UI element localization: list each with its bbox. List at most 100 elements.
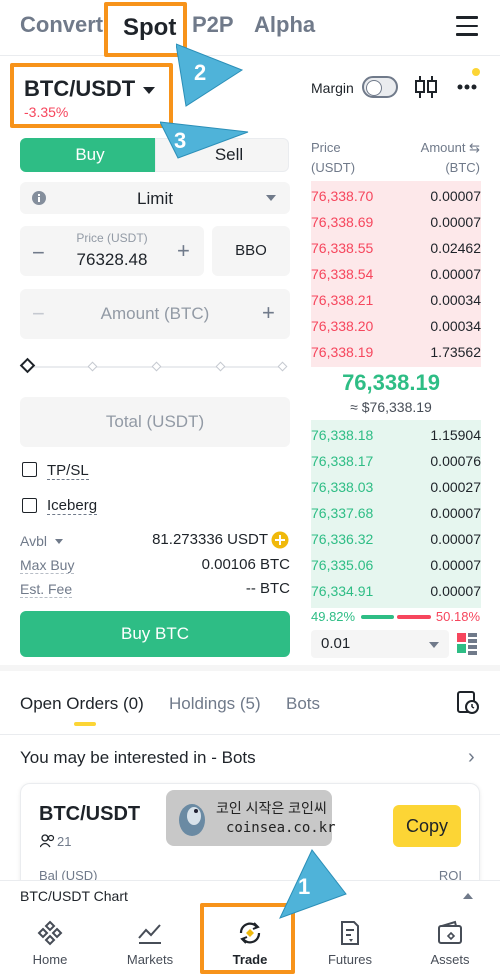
bid-row[interactable]: 76,337.68 0.00007 xyxy=(311,500,481,526)
nav-futures-label: Futures xyxy=(327,952,373,967)
tab-convert[interactable]: Convert xyxy=(20,12,103,38)
sell-ratio-bar xyxy=(397,615,431,619)
menu-icon[interactable] xyxy=(456,16,478,36)
bbo-button[interactable]: BBO xyxy=(212,226,290,276)
bid-amount: 0.00007 xyxy=(430,505,481,521)
markets-icon xyxy=(138,924,161,944)
nav-home[interactable]: Home xyxy=(0,912,100,979)
tab-alpha[interactable]: Alpha xyxy=(254,12,315,38)
ask-price: 76,338.20 xyxy=(311,318,374,334)
avbl-label: Avbl xyxy=(20,533,47,549)
bid-price: 76,335.06 xyxy=(311,557,374,573)
orderbook-layout-icon[interactable] xyxy=(457,633,479,657)
copy-button[interactable]: Copy xyxy=(393,805,461,847)
bid-amount: 0.00076 xyxy=(430,453,481,469)
chevron-down-icon xyxy=(266,195,276,201)
bid-price: 76,338.18 xyxy=(311,427,374,443)
ob-amount-head[interactable]: Amount ⇆ (BTC) xyxy=(421,138,480,178)
bid-row[interactable]: 76,338.18 1.15904 xyxy=(311,422,481,448)
bid-price: 76,338.03 xyxy=(311,479,374,495)
bid-row[interactable]: 76,338.17 0.00076 xyxy=(311,448,481,474)
precision-value: 0.01 xyxy=(321,635,351,652)
tab-bots[interactable]: Bots xyxy=(286,694,320,714)
ask-row[interactable]: 76,338.70 0.00007 xyxy=(311,183,481,209)
home-icon xyxy=(37,920,63,946)
ask-amount: 0.02462 xyxy=(430,240,481,256)
callout-3-label: 3 xyxy=(174,128,186,153)
ask-row[interactable]: 76,338.55 0.02462 xyxy=(311,235,481,261)
watermark-line1: 코인 시작은 코인씨 xyxy=(216,800,327,816)
candlestick-icon[interactable] xyxy=(414,74,438,100)
ask-row[interactable]: 76,338.20 0.00034 xyxy=(311,313,481,339)
callout-3: 3 xyxy=(160,121,249,159)
amount-placeholder: Amount (BTC) xyxy=(100,304,210,323)
nav-futures[interactable]: Futures xyxy=(300,912,400,979)
precision-select[interactable]: 0.01 xyxy=(311,630,449,658)
buy-ratio-bar xyxy=(361,615,394,619)
last-price[interactable]: 76,338.19 xyxy=(311,370,471,396)
plus-icon[interactable]: + xyxy=(262,300,275,326)
order-type-select[interactable]: Limit xyxy=(20,182,290,214)
chart-bar-label: BTC/USDT Chart xyxy=(20,888,128,904)
ob-price-head: Price (USDT) xyxy=(311,140,356,175)
top-nav: Convert Spot P2P Alpha xyxy=(0,0,500,56)
iceberg-label[interactable]: Iceberg xyxy=(47,497,98,515)
bid-row[interactable]: 76,334.91 0.00007 xyxy=(311,578,481,604)
slider-handle[interactable] xyxy=(19,357,36,374)
nav-assets[interactable]: Assets xyxy=(400,912,500,979)
watermark: 코인 시작은 코인씨 coinsea.co.kr xyxy=(166,790,336,846)
tab-holdings[interactable]: Holdings (5) xyxy=(169,694,261,714)
ask-row[interactable]: 76,338.21 0.00034 xyxy=(311,287,481,313)
amount-input[interactable]: − Amount (BTC) + xyxy=(20,289,290,339)
caret-up-icon[interactable] xyxy=(463,893,473,899)
ask-price: 76,338.70 xyxy=(311,188,374,204)
buy-btc-button[interactable]: Buy BTC xyxy=(20,611,290,657)
ask-row[interactable]: 76,338.54 0.00007 xyxy=(311,261,481,287)
tab-open-orders[interactable]: Open Orders (0) xyxy=(20,694,144,714)
last-price-usd: ≈ $76,338.19 xyxy=(350,399,432,415)
order-history-icon[interactable] xyxy=(457,691,479,715)
tab-p2p[interactable]: P2P xyxy=(192,12,234,38)
bid-row[interactable]: 76,336.32 0.00007 xyxy=(311,526,481,552)
chevron-right-icon[interactable]: › xyxy=(468,746,475,769)
more-icon[interactable] xyxy=(456,66,484,94)
bid-row[interactable]: 76,338.03 0.00027 xyxy=(311,474,481,500)
nav-markets[interactable]: Markets xyxy=(100,912,200,979)
add-funds-icon[interactable] xyxy=(271,531,289,549)
price-input[interactable]: − Price (USDT) 76328.48 + xyxy=(20,226,204,276)
plus-icon[interactable]: + xyxy=(177,238,190,264)
buy-tab[interactable]: Buy xyxy=(20,138,174,172)
fee-label: Est. Fee xyxy=(20,581,73,598)
bid-price: 76,334.91 xyxy=(311,583,374,599)
total-placeholder: Total (USDT) xyxy=(105,412,205,431)
order-type-label: Limit xyxy=(137,189,173,208)
maxbuy-label: Max Buy xyxy=(20,557,75,574)
amount-slider[interactable] xyxy=(19,357,290,377)
divider xyxy=(0,734,500,735)
buy-ratio: 49.82% xyxy=(311,609,356,624)
maxbuy-value: 0.00106 BTC xyxy=(201,556,290,573)
highlight-pair xyxy=(10,63,173,128)
active-tab-indicator xyxy=(74,722,96,726)
ask-price: 76,338.19 xyxy=(311,344,374,360)
bid-amount: 0.00007 xyxy=(430,583,481,599)
callout-2: 2 xyxy=(176,43,244,107)
ask-price: 76,338.54 xyxy=(311,266,374,282)
ask-amount: 0.00034 xyxy=(430,318,481,334)
bid-row[interactable]: 76,335.06 0.00007 xyxy=(311,552,481,578)
ask-row[interactable]: 76,338.69 0.00007 xyxy=(311,209,481,235)
margin-toggle[interactable] xyxy=(362,76,398,98)
chevron-down-icon xyxy=(429,642,439,648)
total-input[interactable]: Total (USDT) xyxy=(20,397,290,447)
tpsl-label[interactable]: TP/SL xyxy=(47,462,89,480)
iceberg-checkbox[interactable] xyxy=(22,498,37,513)
card-pair: BTC/USDT xyxy=(39,803,141,825)
ask-price: 76,338.55 xyxy=(311,240,374,256)
interest-title: You may be interested in - Bots xyxy=(20,748,256,767)
wallet-icon xyxy=(438,920,462,944)
caret-down-icon[interactable] xyxy=(55,539,63,544)
tpsl-checkbox[interactable] xyxy=(22,462,37,477)
nav-assets-label: Assets xyxy=(430,952,470,967)
sell-ratio: 50.18% xyxy=(435,609,480,624)
ask-row[interactable]: 76,338.19 1.73562 xyxy=(311,339,481,365)
